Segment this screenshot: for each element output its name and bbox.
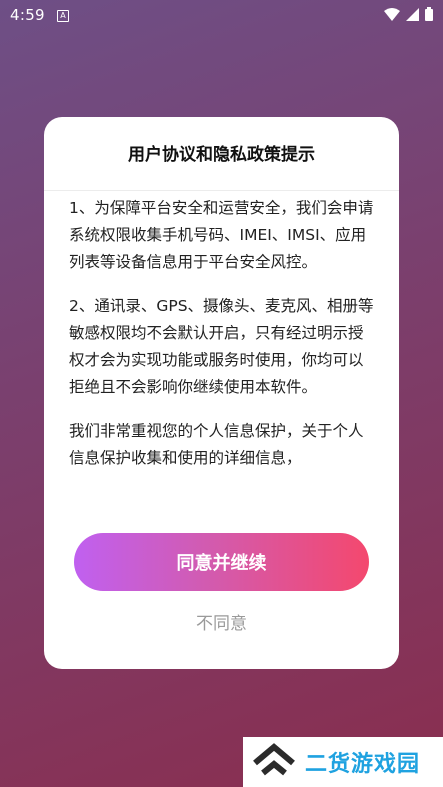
- battery-icon: [425, 7, 433, 21]
- disagree-button[interactable]: 不同意: [44, 609, 399, 634]
- privacy-dialog: 用户协议和隐私政策提示 1、为保障平台安全和运营安全，我们会申请系统权限收集手机…: [44, 117, 399, 669]
- status-bar: 4:59 A: [0, 0, 443, 32]
- policy-paragraph-3: 我们非常重视您的个人信息保护，关于个人信息保护收集和使用的详细信息，: [69, 422, 364, 467]
- policy-paragraph-1: 1、为保障平台安全和运营安全，我们会申请系统权限收集手机号码、IMEI、IMSI…: [69, 199, 374, 271]
- watermark-logo: 二货游戏园: [243, 737, 443, 787]
- agree-continue-button[interactable]: 同意并继续: [74, 533, 369, 591]
- chevron-up-logo-icon: [251, 743, 297, 781]
- status-time: 4:59: [10, 6, 45, 24]
- title-divider: [44, 190, 399, 191]
- status-icons: [384, 7, 433, 21]
- notification-a-icon: A: [57, 10, 69, 22]
- signal-icon: [406, 7, 419, 21]
- watermark-text: 二货游戏园: [305, 752, 421, 777]
- policy-paragraph-2: 2、通讯录、GPS、摄像头、麦克风、相册等敏感权限均不会默认开启，只有经过明示授…: [69, 297, 374, 396]
- policy-content-scroll[interactable]: 1、为保障平台安全和运营安全，我们会申请系统权限收集手机号码、IMEI、IMSI…: [69, 195, 375, 509]
- dialog-title: 用户协议和隐私政策提示: [128, 145, 315, 165]
- wifi-icon: [384, 7, 400, 21]
